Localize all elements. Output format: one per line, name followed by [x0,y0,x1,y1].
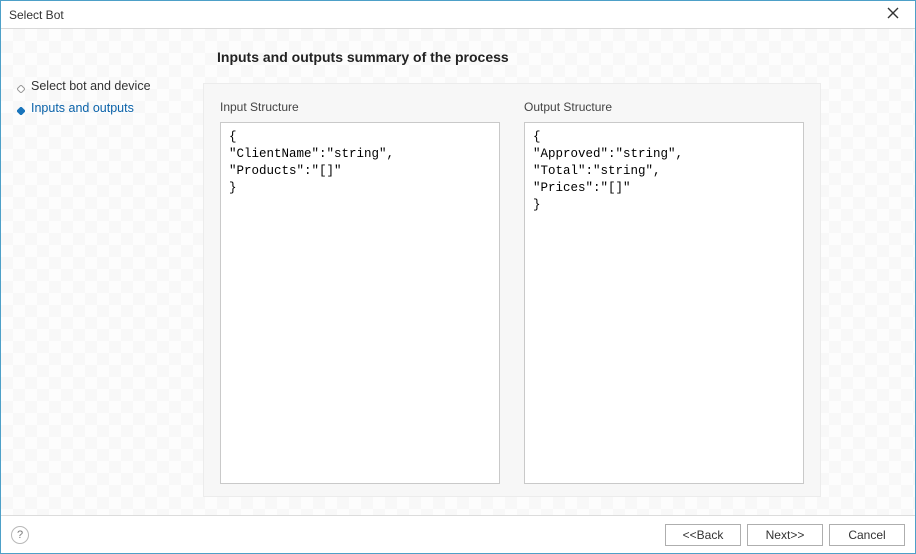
diamond-bullet-icon [17,104,25,112]
help-icon: ? [17,529,23,541]
close-icon [887,7,899,22]
next-button[interactable]: Next>> [747,524,823,546]
dialog-window: Select Bot Select bot and device Inputs … [0,0,916,554]
wizard-sidebar: Select bot and device Inputs and outputs [1,29,199,515]
input-structure-label: Input Structure [220,100,500,114]
output-structure-column: Output Structure [524,100,804,484]
wizard-step-label: Select bot and device [31,79,151,93]
diamond-bullet-icon [17,82,25,90]
back-button[interactable]: <<Back [665,524,741,546]
output-structure-textarea[interactable] [524,122,804,484]
dialog-body: Select bot and device Inputs and outputs… [1,29,915,515]
titlebar: Select Bot [1,1,915,29]
help-button[interactable]: ? [11,526,29,544]
main-content: Inputs and outputs summary of the proces… [199,29,915,515]
input-structure-column: Input Structure [220,100,500,484]
cancel-button[interactable]: Cancel [829,524,905,546]
wizard-step-select-bot[interactable]: Select bot and device [9,75,191,97]
input-structure-textarea[interactable] [220,122,500,484]
dialog-footer: ? <<Back Next>> Cancel [1,515,915,553]
wizard-step-inputs-outputs[interactable]: Inputs and outputs [9,97,191,119]
output-structure-label: Output Structure [524,100,804,114]
wizard-step-label: Inputs and outputs [31,101,134,115]
io-panel: Input Structure Output Structure [203,83,821,497]
window-title: Select Bot [9,8,879,22]
close-button[interactable] [879,1,907,29]
page-heading: Inputs and outputs summary of the proces… [217,49,911,65]
